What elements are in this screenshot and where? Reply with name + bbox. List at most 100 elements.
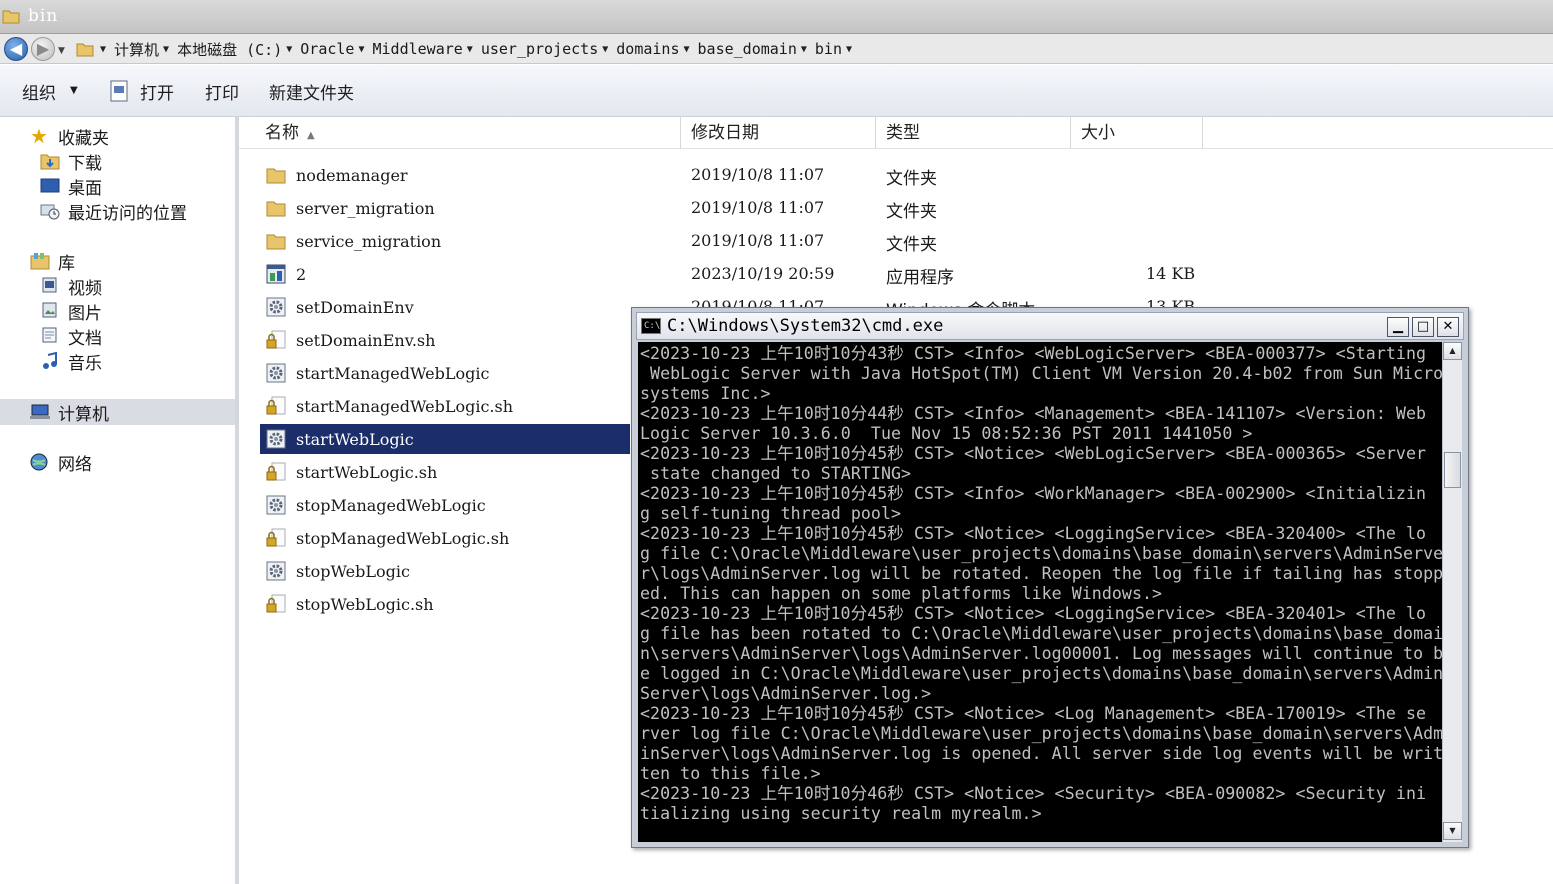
column-header-size[interactable]: 大小 — [1071, 117, 1203, 149]
console-output[interactable]: <2023-10-23 上午10时10分43秒 CST> <Info> <Web… — [638, 342, 1442, 842]
console-line: g file C:\Oracle\Middleware\user_project… — [640, 544, 1442, 563]
nav-item-recent-places[interactable]: 最近访问的位置 — [40, 199, 187, 224]
open-button[interactable]: 打开 — [140, 79, 174, 104]
console-icon: C:\ — [641, 318, 661, 334]
file-name-cell[interactable]: stopWebLogic.sh — [260, 589, 630, 619]
maximize-button[interactable]: □ — [1412, 317, 1434, 337]
back-arrow-icon: ◀ — [9, 39, 23, 58]
breadcrumb-item[interactable]: 本地磁盘 (C:) — [173, 39, 286, 60]
organize-button[interactable]: 组织 — [22, 79, 56, 104]
chevron-down-icon[interactable]: ▼ — [801, 44, 811, 55]
breadcrumb-item[interactable]: base_domain — [694, 40, 801, 58]
file-name: server_migration — [296, 198, 435, 218]
file-name-cell[interactable]: startWebLogic.sh — [260, 457, 630, 487]
breadcrumb-item[interactable]: Middleware — [368, 40, 466, 58]
scrollbar-thumb[interactable] — [1444, 452, 1461, 488]
nav-item-documents[interactable]: 文档 — [40, 324, 102, 349]
nav-item-music[interactable]: 音乐 — [40, 349, 102, 374]
file-name-cell[interactable]: startManagedWebLogic — [260, 358, 630, 388]
file-name: stopManagedWebLogic.sh — [296, 528, 510, 548]
music-icon — [43, 352, 57, 369]
console-text: <2023-10-23 上午10时10分43秒 CST> <Info> <Web… — [640, 344, 1442, 824]
breadcrumb-item[interactable]: domains — [612, 40, 683, 58]
column-header-type[interactable]: 类型 — [876, 117, 1071, 149]
back-button[interactable]: ◀ — [4, 37, 28, 61]
file-name: stopWebLogic — [296, 561, 410, 581]
breadcrumb-item[interactable]: 计算机 — [110, 39, 163, 60]
breadcrumb[interactable]: ▼ 计算机 ▼ 本地磁盘 (C:) ▼ Oracle ▼ Middleware … — [72, 34, 856, 64]
file-name: stopWebLogic.sh — [296, 594, 434, 614]
file-name-cell[interactable]: 2 — [260, 259, 630, 289]
cmd-window-title: C:\Windows\System32\cmd.exe — [667, 316, 944, 336]
close-button[interactable]: ✕ — [1437, 317, 1459, 337]
scroll-down-button[interactable]: ▼ — [1443, 822, 1462, 840]
file-name-cell[interactable]: server_migration — [260, 193, 630, 223]
pane-splitter[interactable] — [235, 117, 239, 884]
chevron-down-icon[interactable]: ▼ — [467, 44, 477, 55]
forward-button[interactable]: ▶ — [31, 37, 55, 61]
breadcrumb-item[interactable]: bin — [811, 40, 846, 58]
file-type: 文件夹 — [886, 169, 937, 189]
file-row[interactable]: server_migration 2019/10/8 11:07 文件夹 — [260, 193, 1260, 223]
libraries-icon — [30, 253, 50, 270]
console-scrollbar[interactable]: ▲ ▼ — [1442, 342, 1462, 842]
gear-script-icon — [266, 297, 286, 317]
file-row[interactable]: nodemanager 2019/10/8 11:07 文件夹 — [260, 160, 1260, 190]
cmd-title-bar[interactable]: C:\ C:\Windows\System32\cmd.exe ▁ □ ✕ — [636, 312, 1464, 340]
gear-script-icon — [266, 429, 286, 449]
videos-icon — [42, 277, 57, 293]
file-type: 应用程序 — [886, 268, 954, 288]
nav-item-pictures[interactable]: 图片 — [40, 299, 102, 324]
column-header-date[interactable]: 修改日期 — [681, 117, 876, 149]
chevron-down-icon[interactable]: ▼ — [163, 44, 173, 55]
chevron-down-icon[interactable]: ▼ — [286, 44, 296, 55]
file-row[interactable]: service_migration 2019/10/8 11:07 文件夹 — [260, 226, 1260, 256]
file-name: startManagedWebLogic.sh — [296, 396, 514, 416]
console-line: r\logs\AdminServer.log will be rotated. … — [640, 564, 1442, 583]
console-line: state changed to STARTING> — [640, 464, 912, 483]
arrow-down-icon: ▼ — [1449, 826, 1456, 835]
nav-network[interactable]: 网络 — [30, 450, 92, 475]
file-name-cell[interactable]: service_migration — [260, 226, 630, 256]
nav-item-downloads[interactable]: 下载 — [40, 149, 102, 174]
scroll-up-button[interactable]: ▲ — [1443, 342, 1462, 360]
file-date: 2019/10/8 11:07 — [691, 165, 825, 184]
chevron-down-icon[interactable]: ▼ — [358, 44, 368, 55]
lock-file-icon — [266, 330, 286, 350]
print-button[interactable]: 打印 — [205, 79, 239, 104]
chevron-down-icon[interactable]: ▼ — [602, 44, 612, 55]
nav-favorites[interactable]: ★ 收藏夹 — [30, 124, 109, 149]
console-line: tializing using security realm myrealm.> — [640, 804, 1042, 823]
window-title-bar[interactable]: bin — [0, 0, 1553, 34]
nav-libraries[interactable]: 库 — [30, 249, 75, 274]
file-date: 2019/10/8 11:07 — [691, 231, 825, 250]
chevron-down-icon[interactable]: ▼ — [100, 44, 110, 55]
file-name-cell[interactable]: startManagedWebLogic.sh — [260, 391, 630, 421]
cmd-window[interactable]: C:\ C:\Windows\System32\cmd.exe ▁ □ ✕ <2… — [631, 307, 1469, 848]
column-header-name[interactable]: 名称 ▲ — [239, 117, 681, 149]
breadcrumb-item[interactable]: Oracle — [296, 40, 358, 58]
file-name: setDomainEnv.sh — [296, 330, 436, 350]
folder-icon — [266, 231, 286, 251]
file-name-cell[interactable]: setDomainEnv — [260, 292, 630, 322]
close-icon: ✕ — [1442, 319, 1454, 334]
console-line: Logic Server 10.3.6.0 Tue Nov 15 08:52:3… — [640, 424, 1253, 443]
file-name-cell[interactable]: setDomainEnv.sh — [260, 325, 630, 355]
chevron-down-icon[interactable]: ▼ — [683, 44, 693, 55]
file-name-cell[interactable]: stopManagedWebLogic.sh — [260, 523, 630, 553]
recent-pages-dropdown[interactable]: ▼ — [58, 46, 65, 56]
address-bar: ◀ ▶ ▼ ▼ 计算机 ▼ 本地磁盘 (C:) ▼ Oracle ▼ Middl… — [0, 34, 1553, 64]
file-row[interactable]: 2 2023/10/19 20:59 应用程序 14 KB — [260, 259, 1260, 289]
breadcrumb-item[interactable]: user_projects — [477, 40, 602, 58]
minimize-button[interactable]: ▁ — [1387, 317, 1409, 337]
nav-computer[interactable]: 计算机 — [30, 400, 109, 425]
chevron-down-icon[interactable]: ▼ — [70, 85, 78, 96]
file-name-cell[interactable]: nodemanager — [260, 160, 630, 190]
nav-item-desktop[interactable]: 桌面 — [40, 174, 102, 199]
file-name-cell[interactable]: startWebLogic — [260, 424, 630, 454]
file-name-cell[interactable]: stopWebLogic — [260, 556, 630, 586]
nav-item-videos[interactable]: 视频 — [40, 274, 102, 299]
file-name-cell[interactable]: stopManagedWebLogic — [260, 490, 630, 520]
new-folder-button[interactable]: 新建文件夹 — [269, 79, 354, 104]
chevron-down-icon[interactable]: ▼ — [846, 44, 856, 55]
